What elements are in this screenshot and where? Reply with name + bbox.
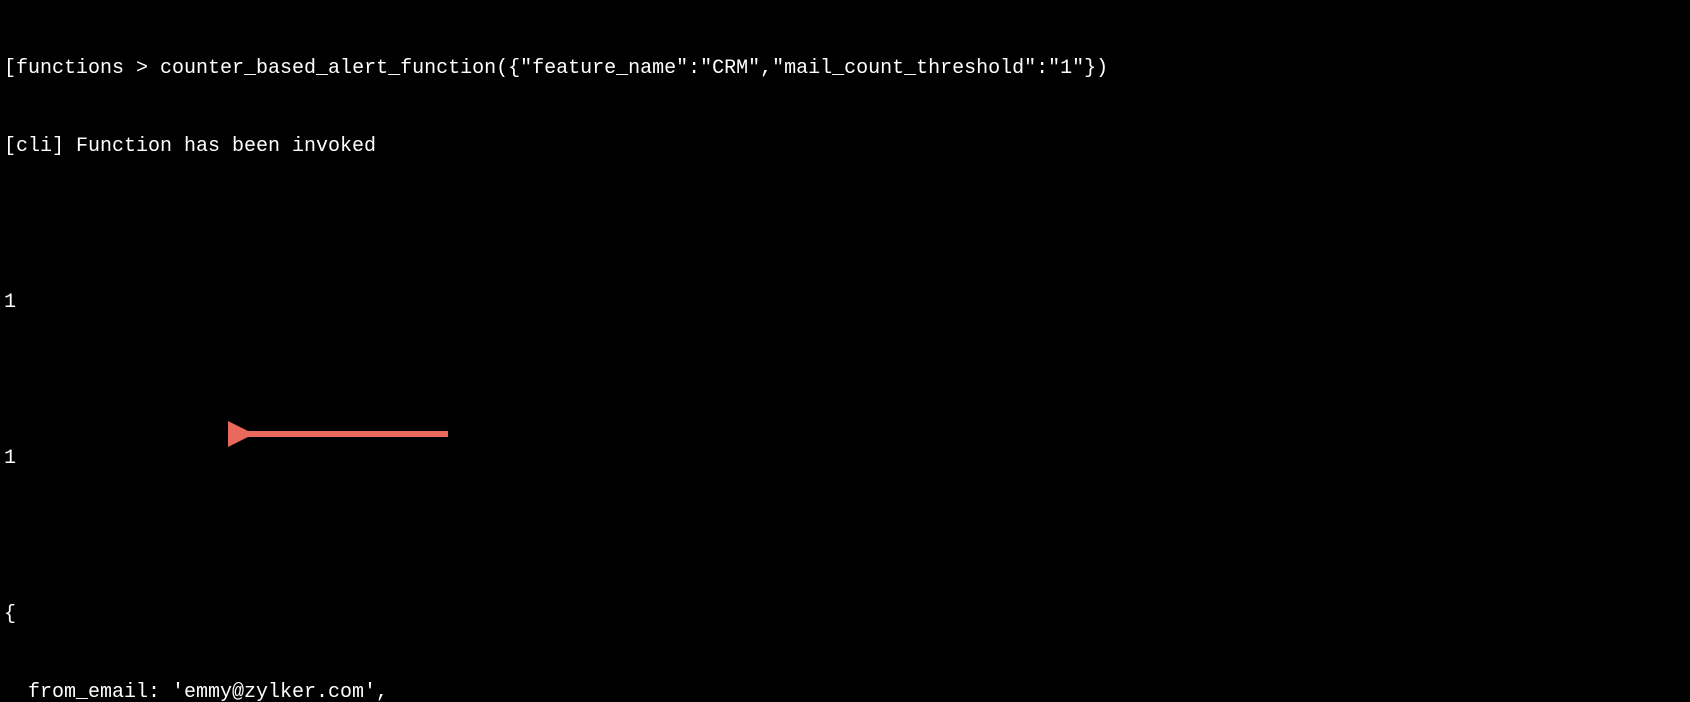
object-open: {: [4, 602, 1690, 628]
blank-line: [4, 212, 1690, 238]
output-line: [cli] Function has been invoked: [4, 134, 1690, 160]
command-text: counter_based_alert_function({"feature_n…: [160, 57, 1108, 80]
command-line: [functions > counter_based_alert_functio…: [4, 56, 1690, 82]
terminal-output: [functions > counter_based_alert_functio…: [0, 0, 1690, 702]
arrow-left-icon: [228, 421, 458, 447]
blank-line: [4, 524, 1690, 550]
object-line-from: from_email: 'emmy@zylker.com',: [4, 680, 1690, 702]
blank-line: [4, 368, 1690, 394]
prompt: [functions >: [4, 57, 160, 80]
output-line: 1: [4, 290, 1690, 316]
output-line: 1: [4, 446, 1690, 472]
